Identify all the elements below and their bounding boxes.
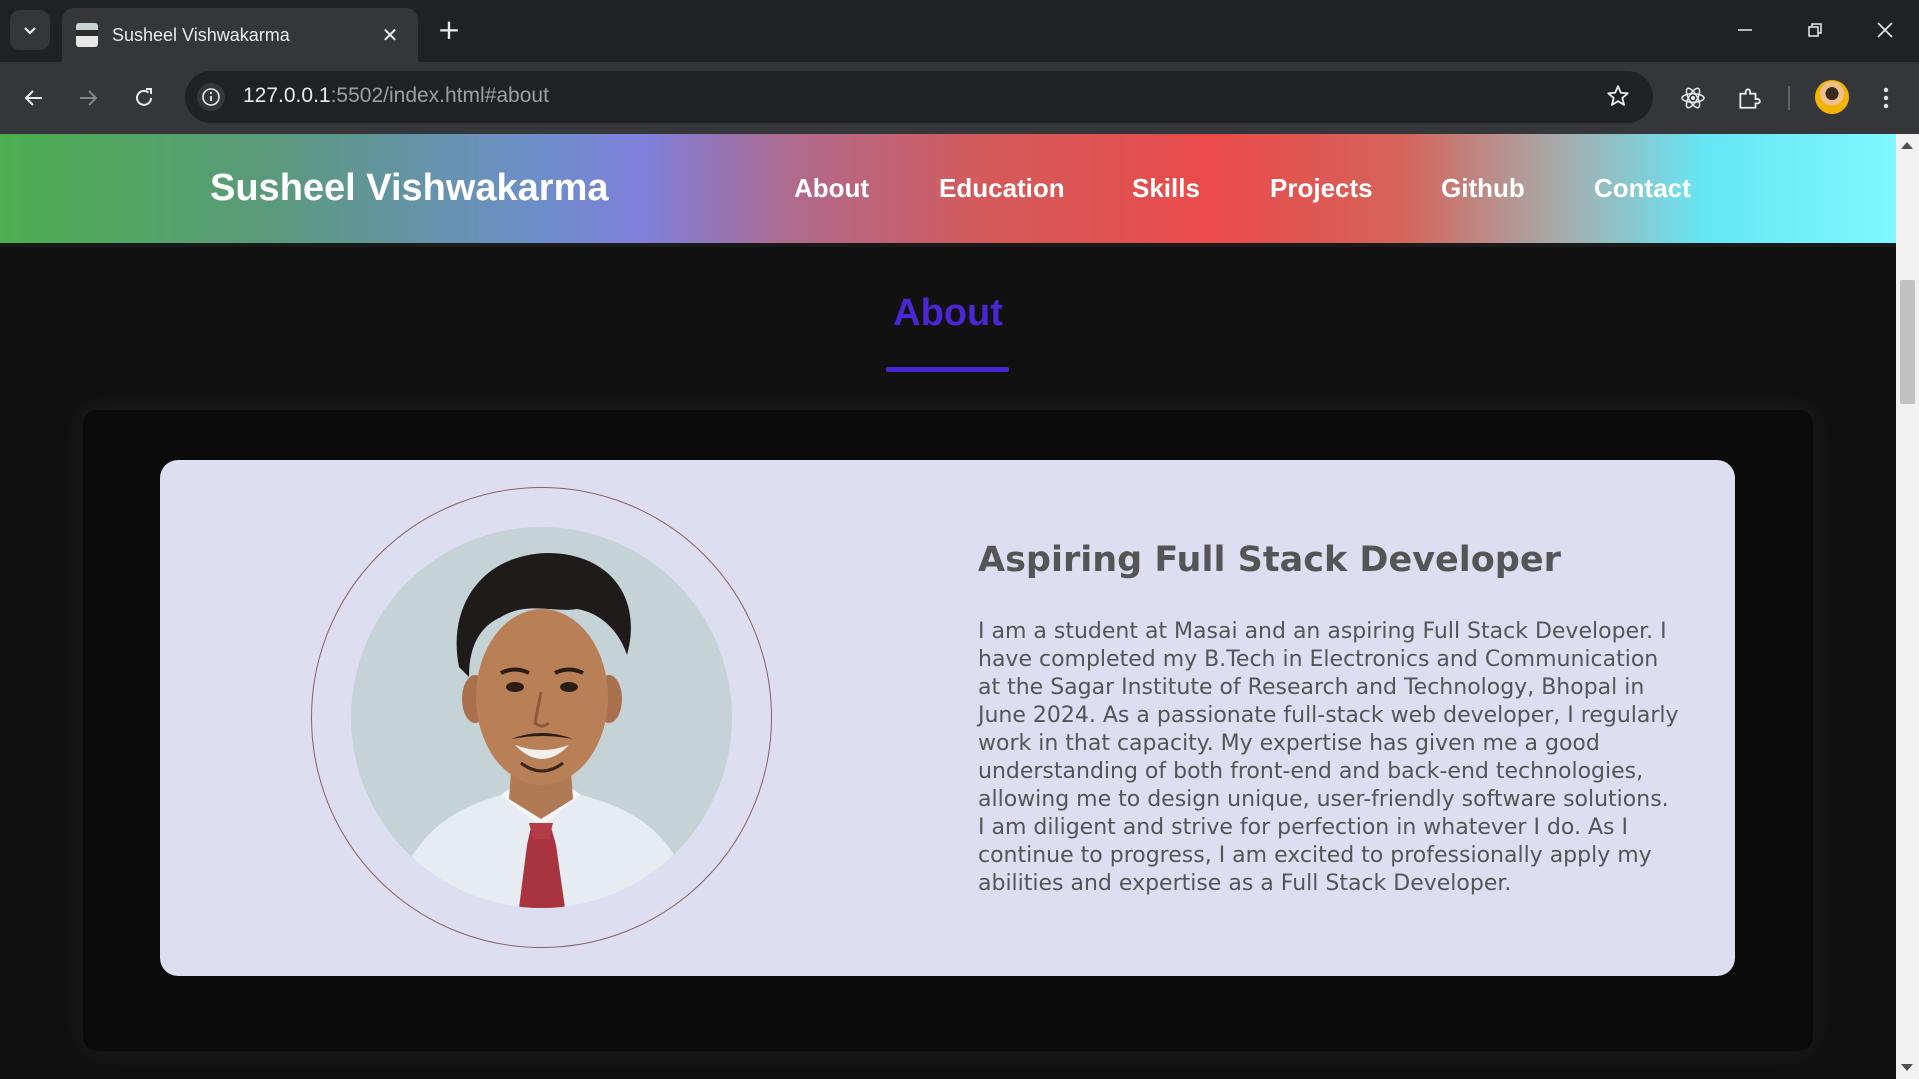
url-text[interactable]: 127.0.0.1:5502/index.html#about <box>243 84 549 108</box>
extensions-puzzle-icon[interactable] <box>1731 80 1767 116</box>
about-line: continue to progress, I am excited to pr… <box>978 843 1652 868</box>
forward-button[interactable] <box>70 80 106 116</box>
tab-search-button[interactable] <box>10 10 50 50</box>
page-scrollbar[interactable] <box>1896 134 1919 1079</box>
nav-link-contact[interactable]: Contact <box>1594 173 1691 204</box>
address-bar[interactable]: 127.0.0.1:5502/index.html#about <box>185 71 1653 123</box>
about-section-title: About <box>893 292 1003 334</box>
title-underline <box>886 367 1009 372</box>
toolbar-divider <box>1788 86 1790 110</box>
site-brand[interactable]: Susheel Vishwakarma <box>210 167 609 210</box>
site-header: Susheel Vishwakarma About Education Skil… <box>0 134 1896 247</box>
browser-tab[interactable]: Susheel Vishwakarma ✕ <box>62 8 418 62</box>
scroll-down-arrow-icon[interactable] <box>1901 1064 1913 1071</box>
new-tab-button[interactable]: + <box>432 14 466 48</box>
profile-photo <box>351 527 732 908</box>
minimize-icon <box>1738 29 1752 31</box>
about-paragraph: I am a student at Masai and an aspiring … <box>978 618 1692 898</box>
nav-link-skills[interactable]: Skills <box>1132 173 1200 204</box>
about-section: Aspiring Full Stack Developer I am a stu… <box>83 410 1813 1051</box>
scroll-thumb[interactable] <box>1900 280 1915 404</box>
nav-link-projects[interactable]: Projects <box>1270 173 1373 204</box>
url-host: 127.0.0.1 <box>243 84 331 107</box>
chevron-down-icon <box>24 27 36 35</box>
nav-link-github[interactable]: Github <box>1441 173 1525 204</box>
nav-link-education[interactable]: Education <box>939 173 1065 204</box>
reload-button[interactable] <box>126 80 162 116</box>
site-info-icon[interactable] <box>197 83 225 111</box>
minimize-button[interactable] <box>1725 12 1765 48</box>
profile-avatar[interactable] <box>1815 80 1849 114</box>
about-heading: Aspiring Full Stack Developer <box>978 540 1561 580</box>
bookmark-star-icon[interactable] <box>1605 83 1631 113</box>
tab-favicon-icon <box>76 23 98 47</box>
close-icon <box>1877 22 1893 38</box>
back-button[interactable] <box>16 80 52 116</box>
about-line: at the Sagar Institute of Research and T… <box>978 675 1645 700</box>
about-line: I am a student at Masai and an aspiring … <box>978 619 1667 644</box>
nav-link-about[interactable]: About <box>794 173 869 204</box>
about-card: Aspiring Full Stack Developer I am a stu… <box>160 460 1735 976</box>
more-menu-icon[interactable] <box>1868 80 1904 116</box>
about-line: abilities and expertise as a Full Stack … <box>978 871 1512 896</box>
react-devtools-icon[interactable] <box>1675 80 1711 116</box>
browser-titlebar: Susheel Vishwakarma ✕ + <box>0 0 1919 62</box>
page-viewport: Susheel Vishwakarma About Education Skil… <box>0 134 1896 1079</box>
tab-close-icon[interactable]: ✕ <box>376 23 404 47</box>
scroll-up-arrow-icon[interactable] <box>1901 142 1913 149</box>
browser-toolbar: 127.0.0.1:5502/index.html#about <box>0 62 1919 134</box>
about-line: June 2024. As a passionate full-stack we… <box>978 703 1679 728</box>
about-line: have completed my B.Tech in Electronics … <box>978 647 1659 672</box>
restore-icon <box>1808 23 1822 37</box>
about-line: I am diligent and strive for perfection … <box>978 815 1628 840</box>
tab-title: Susheel Vishwakarma <box>112 24 290 45</box>
arrow-left-icon <box>24 90 42 106</box>
reload-icon <box>136 88 152 106</box>
close-window-button[interactable] <box>1865 12 1905 48</box>
arrow-right-icon <box>80 90 98 106</box>
restore-button[interactable] <box>1795 12 1835 48</box>
url-path: :5502/index.html#about <box>330 84 549 107</box>
about-line: allowing me to design unique, user-frien… <box>978 787 1669 812</box>
about-line: understanding of both front-end and back… <box>978 759 1644 784</box>
about-line: work in that capacity. My expertise has … <box>978 731 1600 756</box>
